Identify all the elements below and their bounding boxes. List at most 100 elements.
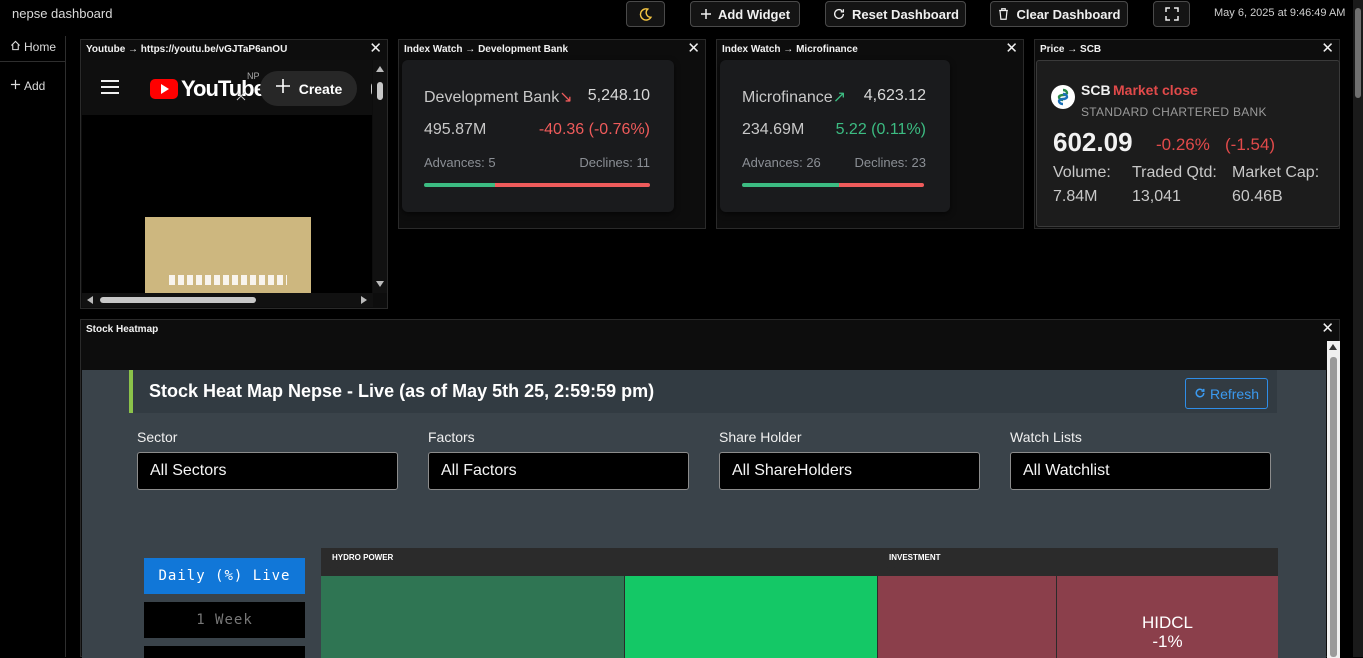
clear-dashboard-button[interactable]: Clear Dashboard <box>990 1 1128 27</box>
scrollbar-thumb[interactable] <box>1330 357 1337 657</box>
volume-label: Volume: <box>1053 164 1111 181</box>
declines-count: Declines: 11 <box>579 155 650 170</box>
heatmap-tile[interactable] <box>625 576 877 658</box>
period-button[interactable] <box>144 646 305 658</box>
refresh-button[interactable]: Refresh <box>1185 378 1268 409</box>
index-card: Development Bank↘ 5,248.10 495.87M -40.3… <box>402 60 674 212</box>
youtube-logo-icon[interactable] <box>150 79 178 104</box>
scroll-left-icon[interactable] <box>87 296 93 304</box>
fullscreen-button[interactable] <box>1153 1 1190 27</box>
home-icon <box>10 40 21 54</box>
close-icon[interactable]: ✕ <box>1321 41 1334 57</box>
decline-bar <box>838 183 924 187</box>
heatmap-tile[interactable]: HIDCL -1% <box>1057 576 1278 658</box>
close-icon[interactable]: ✕ <box>1321 321 1334 337</box>
traded-qty-stat: Traded Qtd: 13,041 <box>1132 161 1217 209</box>
plus-icon <box>10 79 21 93</box>
shareholder-filter-label: Share Holder <box>719 429 802 445</box>
page-scrollbar[interactable] <box>1353 0 1363 657</box>
period-daily-button[interactable]: Daily (%) Live <box>144 558 305 594</box>
sector-caret <box>329 566 339 572</box>
market-cap-stat: Market Cap: 60.46B <box>1232 161 1319 209</box>
avatar[interactable] <box>371 82 372 96</box>
close-icon[interactable]: ✕ <box>687 41 700 57</box>
factors-filter-label: Factors <box>428 429 475 445</box>
youtube-widget: Youtube → https://youtu.be/vGJTaP6anOU ✕… <box>80 39 388 309</box>
widget-title: Index Watch → Microfinance <box>722 44 858 55</box>
stock-heatmap-widget: Stock Heatmap ✕ Stock Heat Map Nepse - L… <box>80 319 1340 658</box>
advance-bar <box>742 183 839 187</box>
index-value: 4,623.12 <box>863 87 926 104</box>
scroll-down-icon[interactable] <box>376 281 384 287</box>
index-watch-microfinance-widget: Index Watch → Microfinance ✕ Microfinanc… <box>716 39 1024 229</box>
sidebar: Home Add <box>0 36 66 657</box>
market-status: Market close <box>1113 82 1198 98</box>
scrollbar-thumb[interactable] <box>100 297 256 303</box>
scrollbar-thumb[interactable] <box>377 82 383 100</box>
page-scrollbar-thumb[interactable] <box>1355 8 1361 98</box>
sector-select[interactable]: All Sectors <box>137 452 398 490</box>
factors-select[interactable]: All Factors <box>428 452 689 490</box>
index-turnover: 495.87M <box>424 121 487 138</box>
heatmap-tile[interactable] <box>878 576 1056 658</box>
sidebar-item-add[interactable]: Add <box>0 72 65 100</box>
trend-down-icon: ↘ <box>559 89 573 106</box>
tile-change: -1% <box>1152 632 1183 651</box>
sector-caret <box>886 566 896 572</box>
breadth-bar <box>742 183 924 187</box>
close-icon[interactable]: ✕ <box>1005 41 1018 57</box>
index-value: 5,248.10 <box>587 87 650 104</box>
decline-bar <box>494 183 650 187</box>
youtube-horizontal-scrollbar[interactable] <box>82 293 373 307</box>
market-cap-value: 60.46B <box>1232 188 1283 205</box>
index-change: -40.36 (-0.76%) <box>538 121 650 138</box>
add-widget-button[interactable]: Add Widget <box>690 1 800 27</box>
market-cap-label: Market Cap: <box>1232 164 1320 181</box>
volume-value: 7.84M <box>1053 188 1098 205</box>
close-icon[interactable]: ✕ <box>369 41 382 57</box>
menu-icon[interactable] <box>101 80 119 99</box>
top-bar: nepse dashboard Add Widget Reset Dashboa… <box>0 0 1363 28</box>
sector-filter-label: Sector <box>137 429 178 445</box>
traded-qty-value: 13,041 <box>1132 188 1181 205</box>
heatmap-header: Stock Heat Map Nepse - Live (as of May 5… <box>129 370 1277 413</box>
add-widget-label: Add Widget <box>717 6 791 22</box>
scroll-up-icon[interactable] <box>1329 344 1337 350</box>
scroll-up-icon[interactable] <box>376 66 384 72</box>
refresh-icon <box>1194 386 1206 402</box>
region-code: NP <box>247 71 260 81</box>
shareholder-select[interactable]: All ShareHolders <box>719 452 980 490</box>
youtube-header: YouTube NP Create <box>82 60 372 115</box>
search-icon[interactable] <box>236 88 246 106</box>
widget-title: Youtube → https://youtu.be/vGJTaP6anOU <box>86 44 288 55</box>
reset-dashboard-label: Reset Dashboard <box>852 6 959 22</box>
sidebar-item-home[interactable]: Home <box>0 33 65 61</box>
index-card: Microfinance↗ 4,623.12 234.69M 5.22 (0.1… <box>720 60 950 212</box>
advance-bar <box>424 183 495 187</box>
sector-label-hydro-power: HYDRO POWER <box>332 553 394 562</box>
sector-label-investment: INVESTMENT <box>889 553 941 562</box>
index-watch-development-bank-widget: Index Watch → Development Bank ✕ Develop… <box>398 39 706 229</box>
tile-symbol: HIDCL <box>1141 613 1193 632</box>
youtube-embed[interactable]: YouTube NP Create <box>82 60 372 293</box>
scroll-right-icon[interactable] <box>361 296 367 304</box>
traded-qty-label: Traded Qtd: <box>1132 164 1217 181</box>
index-name: Microfinance↗ <box>742 89 847 106</box>
index-name: Development Bank↘ <box>424 89 573 106</box>
youtube-vertical-scrollbar[interactable] <box>373 60 387 293</box>
reset-dashboard-button[interactable]: Reset Dashboard <box>825 1 966 27</box>
widget-title: Price → SCB <box>1040 44 1102 55</box>
advances-count: Advances: 26 <box>742 155 821 170</box>
sidebar-divider <box>0 61 65 62</box>
plus-icon <box>275 78 291 99</box>
moon-icon <box>638 7 653 22</box>
trash-icon <box>997 7 1010 21</box>
refresh-label: Refresh <box>1209 385 1260 402</box>
video-thumbnail[interactable] <box>145 217 311 293</box>
theme-toggle-button[interactable] <box>626 1 665 27</box>
watchlist-select[interactable]: All Watchlist <box>1010 452 1271 490</box>
heatmap-tile[interactable] <box>321 576 624 658</box>
create-button[interactable]: Create <box>260 71 357 106</box>
heatmap-scrollbar[interactable] <box>1327 341 1340 658</box>
period-week-button[interactable]: 1 Week <box>144 602 305 638</box>
